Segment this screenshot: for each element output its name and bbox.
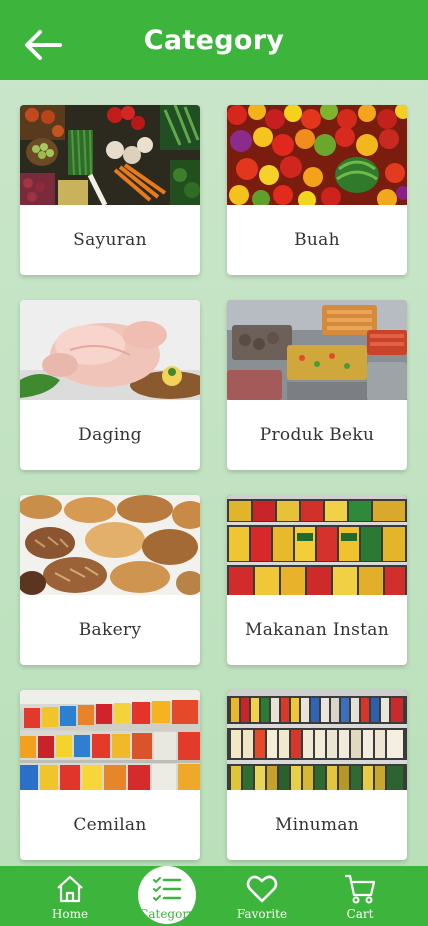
category-card-minuman[interactable]: Minuman — [227, 690, 407, 860]
bread-photo — [20, 495, 200, 595]
nav-item-category[interactable]: Category — [122, 866, 212, 926]
category-card-daging[interactable]: Daging — [20, 300, 200, 470]
category-label: Minuman — [274, 815, 360, 835]
nav-label: Category — [139, 907, 195, 921]
category-card-sayuran[interactable]: Sayuran — [20, 105, 200, 275]
snack-aisle-photo — [20, 690, 200, 790]
bottom-nav: Home Category Favorite Cart — [0, 866, 428, 926]
category-label: Sayuran — [73, 230, 147, 250]
back-button[interactable] — [22, 24, 64, 66]
app-bar: Category — [0, 0, 428, 80]
vegetables-photo — [20, 105, 200, 205]
drinks-shelf-photo — [227, 690, 407, 790]
category-card-cemilan[interactable]: Cemilan — [20, 690, 200, 860]
category-card-makanan-instan[interactable]: Makanan Instan — [227, 495, 407, 665]
category-card-produk-beku[interactable]: Produk Beku — [227, 300, 407, 470]
nav-label: Cart — [346, 907, 374, 921]
nav-label: Favorite — [236, 907, 288, 921]
nav-item-cart[interactable]: Cart — [315, 866, 405, 926]
category-label: Bakery — [78, 620, 142, 640]
category-label: Makanan Instan — [245, 620, 389, 640]
heart-icon — [246, 875, 278, 903]
frozen-food-photo — [227, 300, 407, 400]
page-title: Category — [143, 24, 285, 56]
raw-chicken-photo — [20, 300, 200, 400]
cart-icon — [345, 874, 376, 904]
nav-item-favorite[interactable]: Favorite — [217, 866, 307, 926]
category-card-bakery[interactable]: Bakery — [20, 495, 200, 665]
category-grid: Sayuran Buah Daging Produk Beku Bakery M… — [20, 105, 408, 860]
category-label: Cemilan — [73, 815, 147, 835]
category-card-buah[interactable]: Buah — [227, 105, 407, 275]
home-icon — [57, 875, 83, 903]
nav-item-home[interactable]: Home — [25, 866, 115, 926]
category-label: Buah — [294, 230, 340, 250]
fruits-photo — [227, 105, 407, 205]
category-label: Daging — [78, 425, 142, 445]
list-check-icon — [153, 877, 182, 902]
nav-label: Home — [51, 907, 89, 921]
arrow-left-icon — [25, 30, 62, 60]
instant-noodles-shelf-photo — [227, 495, 407, 595]
category-label: Produk Beku — [259, 425, 375, 445]
